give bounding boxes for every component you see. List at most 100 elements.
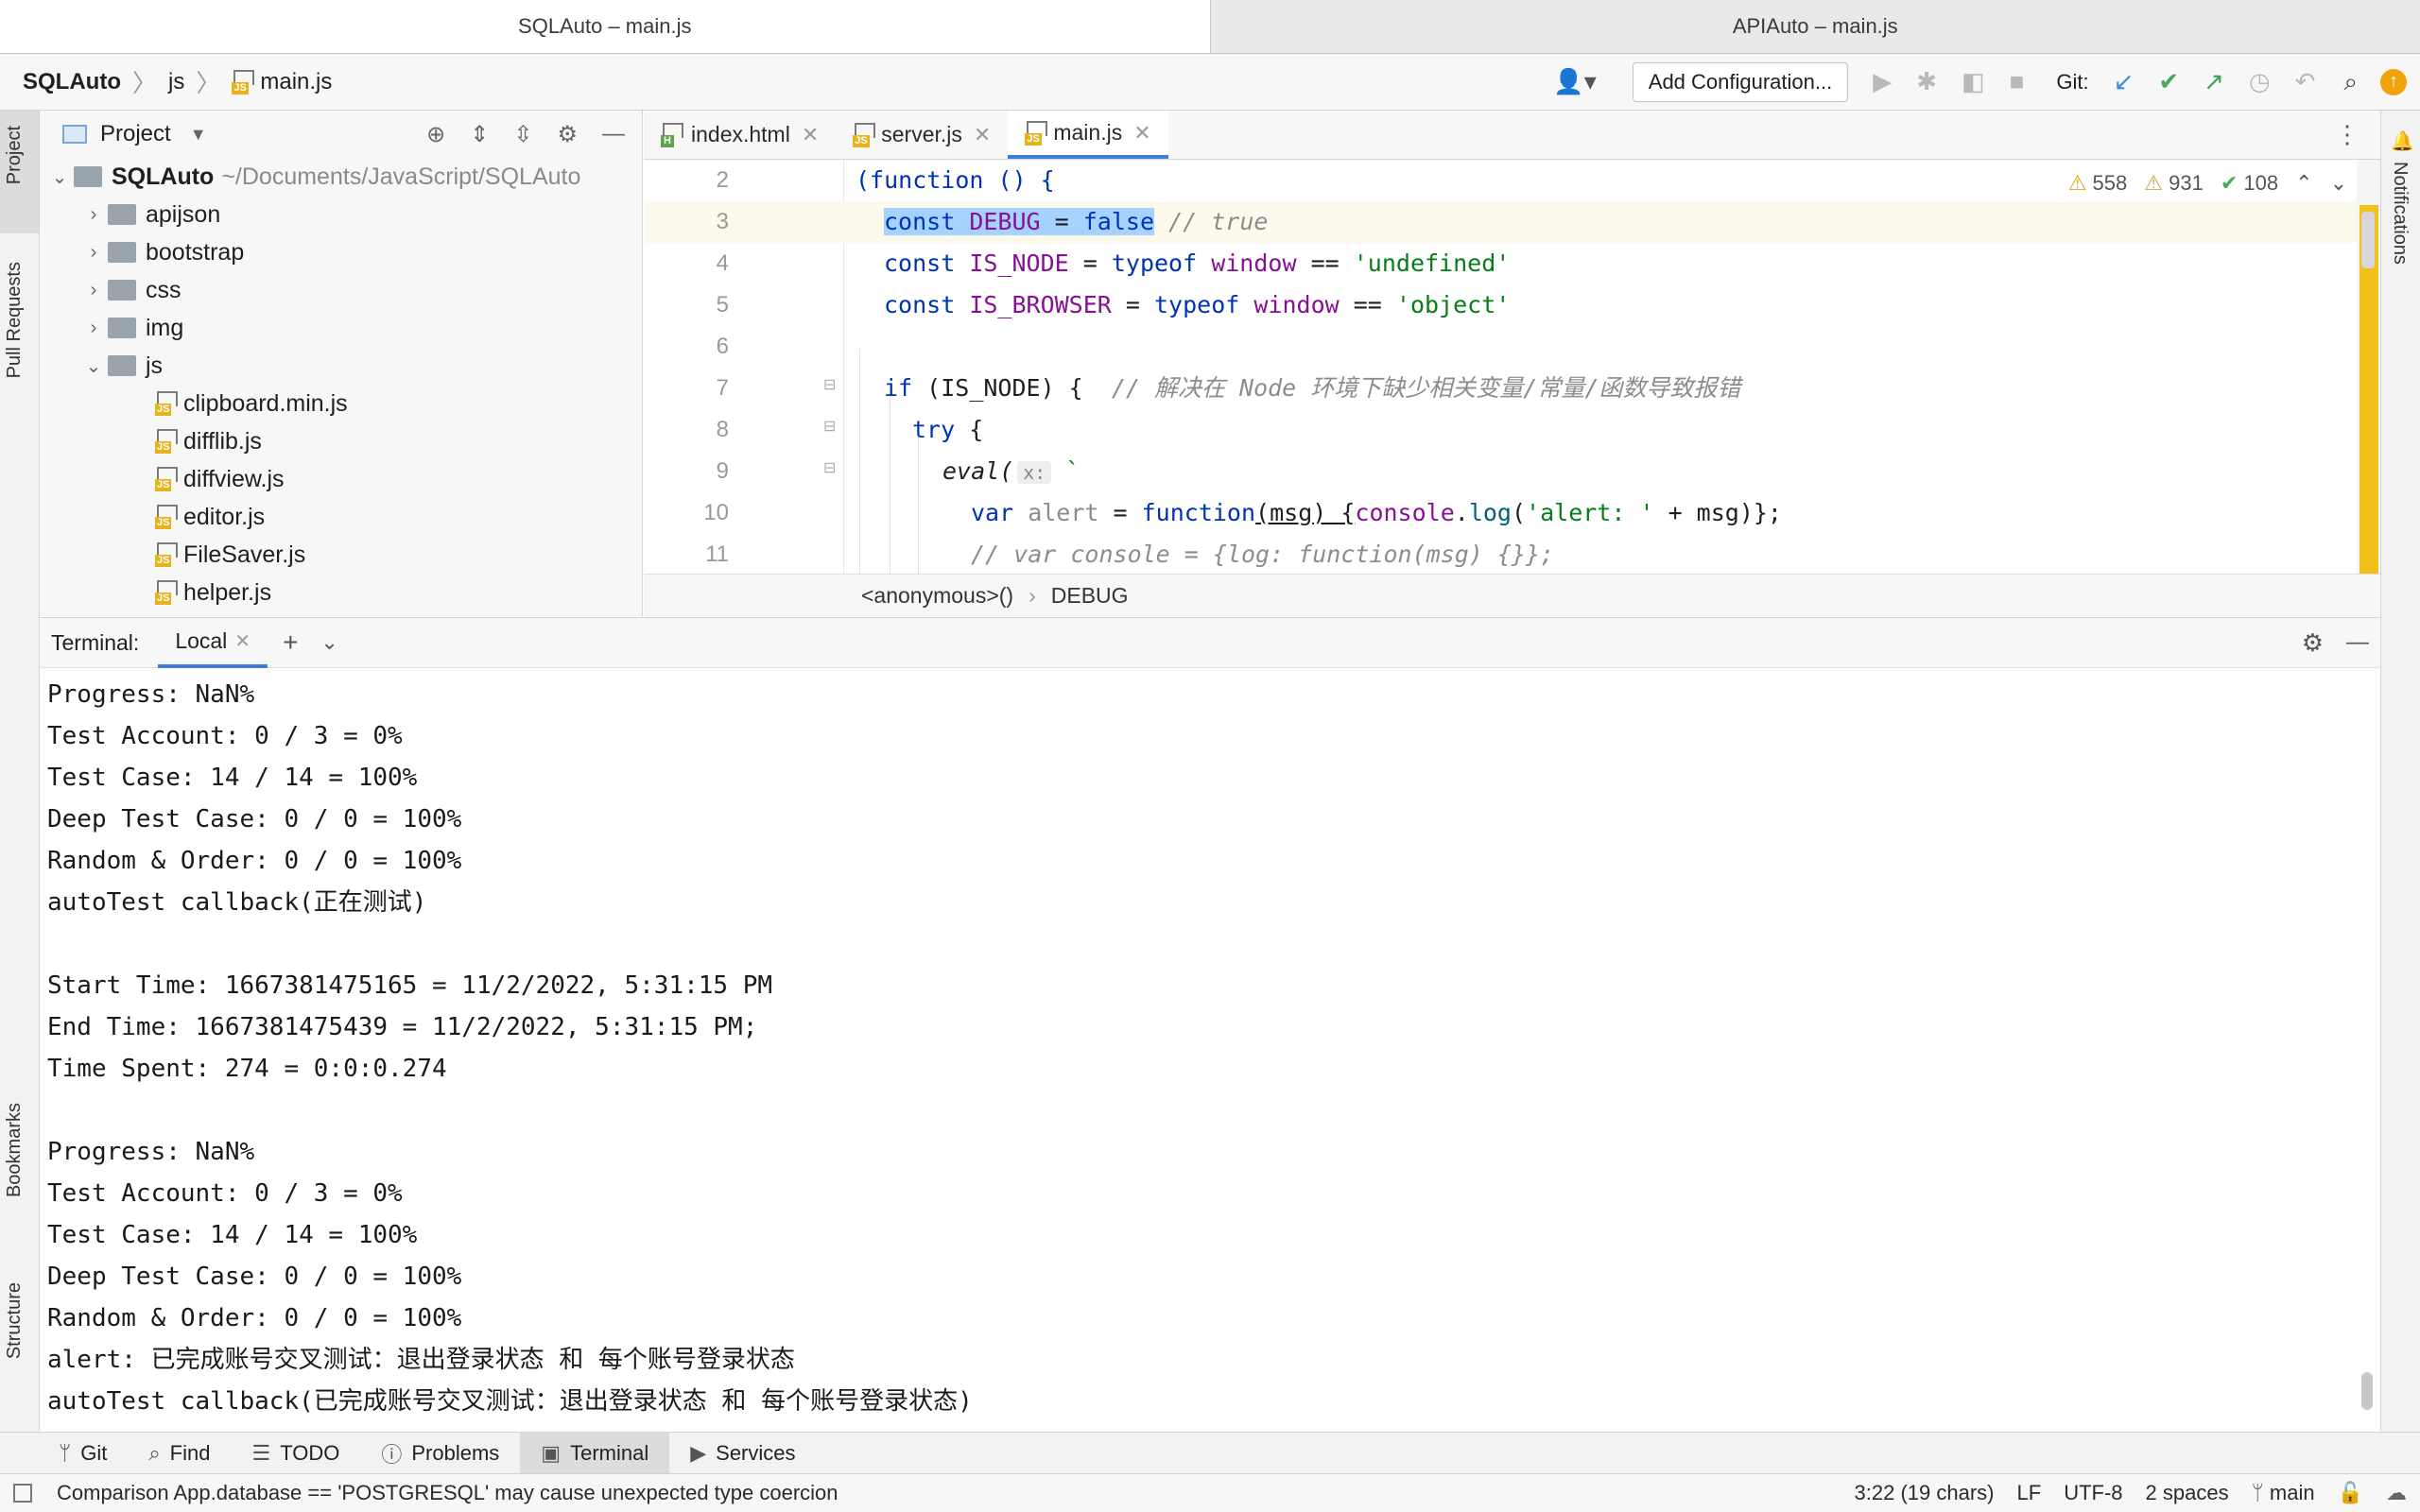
js-file-icon <box>155 429 178 454</box>
tree-file[interactable]: FileSaver.js <box>40 536 642 574</box>
chevron-right-icon[interactable]: › <box>79 280 108 301</box>
hide-icon[interactable]: — <box>2346 629 2369 656</box>
stop-icon[interactable]: ■ <box>2010 67 2025 96</box>
folder-icon <box>108 242 136 263</box>
bell-icon[interactable]: 🔔 <box>2391 129 2414 153</box>
js-file-icon <box>155 391 178 416</box>
chevron-right-icon[interactable]: › <box>79 318 108 339</box>
find-tool-button[interactable]: ⌕ Find <box>128 1433 231 1474</box>
bookmarks-tool-tab[interactable]: Bookmarks <box>4 1103 26 1197</box>
locate-icon[interactable]: ⊕ <box>426 121 445 148</box>
error-stripe[interactable] <box>2357 160 2380 574</box>
git-branch[interactable]: ᛘ main <box>2252 1481 2315 1505</box>
code-token: (function () { <box>856 166 1055 194</box>
line-separator[interactable]: LF <box>2017 1481 2042 1505</box>
code-breadcrumb-item[interactable]: <anonymous>() <box>861 583 1013 609</box>
code-breadcrumb-item[interactable]: DEBUG <box>1051 583 1129 609</box>
close-icon[interactable]: ✕ <box>974 123 991 147</box>
chevron-up-icon[interactable]: ⌃ <box>2295 171 2312 196</box>
expand-all-icon[interactable]: ⇕ <box>470 121 489 148</box>
debug-icon[interactable]: ✱ <box>1916 67 1937 96</box>
close-icon[interactable]: ✕ <box>802 123 819 147</box>
todo-tool-button[interactable]: ☰ TODO <box>231 1433 360 1474</box>
chevron-right-icon[interactable]: › <box>79 204 108 226</box>
coverage-icon[interactable]: ◧ <box>1962 67 1985 96</box>
scrollbar[interactable] <box>2361 1372 2373 1410</box>
structure-tool-tab[interactable]: Structure <box>4 1282 26 1359</box>
code-token: // var console = {log: function(msg) {}}… <box>971 541 1555 568</box>
inspection-widget[interactable]: ⚠ 558 ⚠ 931 ✔ 108 ⌃ ⌄ <box>2067 167 2347 199</box>
tab-local[interactable]: Local ✕ <box>158 617 268 668</box>
window-tab-apiauto[interactable]: APIAuto – main.js <box>1211 0 2420 53</box>
git-update-icon[interactable]: ↙ <box>2114 67 2135 96</box>
pull-requests-tool-tab[interactable]: Pull Requests <box>4 262 26 378</box>
fold-icon[interactable]: ⊟ <box>823 458 836 477</box>
chevron-down-icon[interactable]: ⌄ <box>79 354 108 378</box>
indent-setting[interactable]: 2 spaces <box>2146 1481 2229 1505</box>
rollback-icon[interactable]: ↶ <box>2295 67 2316 96</box>
terminal-header: Terminal: Local ✕ + ⌄ ⚙ — <box>40 617 2380 668</box>
close-icon[interactable]: ✕ <box>1133 121 1150 146</box>
collapse-all-icon[interactable]: ⇳ <box>513 121 532 148</box>
add-configuration-button[interactable]: Add Configuration... <box>1632 61 1849 102</box>
run-icon[interactable]: ▶ <box>1873 67 1892 96</box>
window-tab-sqlauto[interactable]: SQLAuto – main.js <box>0 0 1211 53</box>
add-icon[interactable]: + <box>283 627 298 658</box>
terminal-tool-button[interactable]: ▣ Terminal <box>520 1432 670 1474</box>
chevron-down-icon[interactable]: ⌄ <box>45 165 74 189</box>
update-icon[interactable]: ↑ <box>2380 68 2407 95</box>
more-icon[interactable]: ⋮ <box>2335 120 2360 149</box>
git-commit-icon[interactable]: ✔ <box>2158 67 2179 96</box>
project-panel-title[interactable]: Project <box>100 121 171 147</box>
line-number: 11 <box>705 541 729 567</box>
line-number: 8 <box>716 417 729 442</box>
history-icon[interactable]: ◷ <box>2249 67 2271 96</box>
chevron-down-icon[interactable]: ⌄ <box>2330 171 2347 196</box>
terminal-output[interactable]: Progress: NaN% Test Account: 0 / 3 = 0% … <box>40 668 2380 1432</box>
git-tool-button[interactable]: ᛘ Git <box>38 1433 128 1474</box>
close-icon[interactable]: ✕ <box>234 629 251 653</box>
tree-file[interactable]: helper.js <box>40 574 642 611</box>
breadcrumb-file[interactable]: main.js <box>260 69 332 95</box>
code-token: == <box>1339 291 1396 318</box>
tab-index-html[interactable]: index.html ✕ <box>644 111 836 159</box>
breadcrumb-project[interactable]: SQLAuto <box>23 69 121 95</box>
window-toggle-icon[interactable] <box>13 1484 32 1503</box>
tab-server-js[interactable]: server.js ✕ <box>836 111 1008 159</box>
tree-folder-css[interactable]: › css <box>40 271 642 309</box>
chevron-right-icon[interactable]: › <box>79 242 108 264</box>
tree-file[interactable]: difflib.js <box>40 422 642 460</box>
fold-icon[interactable]: ⊟ <box>823 375 836 394</box>
code-editor[interactable]: (function () { const DEBUG = false // tr… <box>844 160 2357 574</box>
tree-item-label: css <box>146 276 182 303</box>
gear-icon[interactable]: ⚙ <box>2302 628 2324 658</box>
breadcrumb-folder[interactable]: js <box>168 69 184 95</box>
project-tool-tab[interactable]: Project <box>4 126 26 184</box>
notifications-tool-tab[interactable]: Notifications <box>2389 162 2411 265</box>
status-message[interactable]: Comparison App.database == 'POSTGRESQL' … <box>57 1481 838 1505</box>
tree-file[interactable]: diffview.js <box>40 460 642 498</box>
chevron-down-icon[interactable]: ⌄ <box>320 630 337 655</box>
tree-file[interactable]: editor.js <box>40 498 642 536</box>
tree-folder-apijson[interactable]: › apijson <box>40 196 642 233</box>
tab-main-js[interactable]: main.js ✕ <box>1008 111 1168 159</box>
lock-icon[interactable]: 🔓 <box>2338 1481 2363 1505</box>
tree-file[interactable]: clipboard.min.js <box>40 385 642 422</box>
tree-folder-js[interactable]: ⌄ js <box>40 347 642 385</box>
tree-folder-bootstrap[interactable]: › bootstrap <box>40 233 642 271</box>
hide-icon[interactable]: — <box>602 121 625 148</box>
user-icon[interactable]: 👤▾ <box>1553 67 1596 96</box>
services-tool-button[interactable]: ▶ Services <box>669 1433 816 1474</box>
tree-root[interactable]: ⌄ SQLAuto ~/Documents/JavaScript/SQLAuto <box>40 158 642 196</box>
memory-icon[interactable]: ☁ <box>2386 1481 2407 1505</box>
git-push-icon[interactable]: ↗ <box>2204 67 2224 96</box>
gear-icon[interactable]: ⚙ <box>557 121 578 148</box>
caret-position[interactable]: 3:22 (19 chars) <box>1855 1481 1995 1505</box>
fold-icon[interactable]: ⊟ <box>823 417 836 436</box>
chevron-down-icon[interactable]: ▼ <box>190 125 207 145</box>
problems-tool-button[interactable]: ⓘ Problems <box>360 1433 520 1474</box>
js-file-icon <box>155 542 178 567</box>
search-icon[interactable]: ⌕ <box>2343 67 2358 97</box>
tree-folder-img[interactable]: › img <box>40 309 642 347</box>
file-encoding[interactable]: UTF-8 <box>2064 1481 2122 1505</box>
